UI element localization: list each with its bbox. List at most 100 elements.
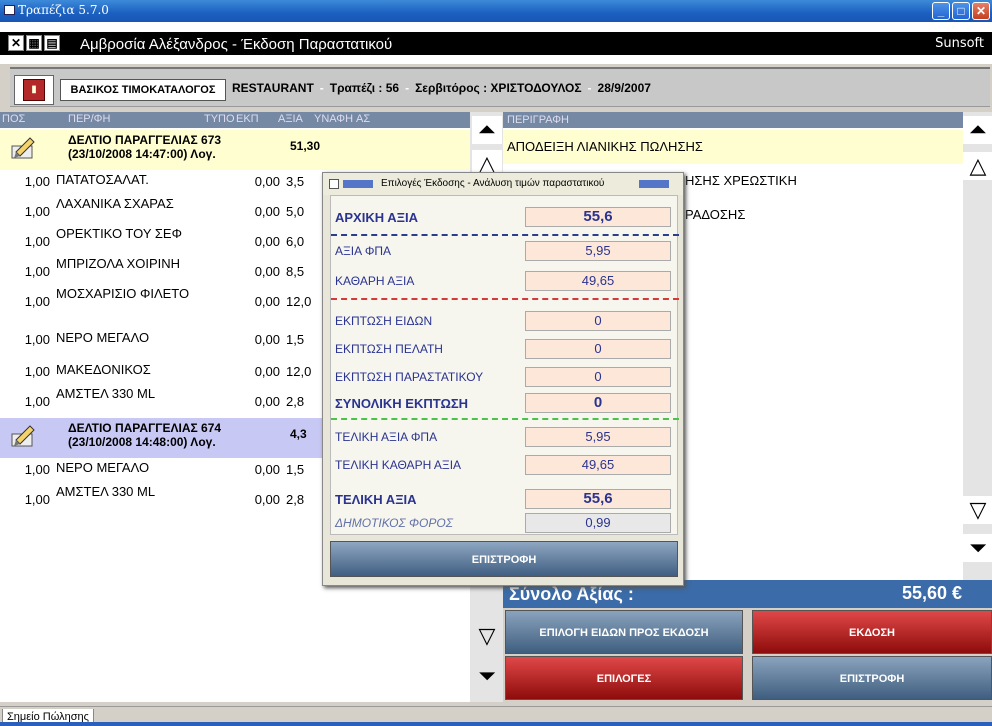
issue-options-dialog: Επιλογές Έκδοσης - Ανάλυση τιμών παραστα… <box>322 172 684 586</box>
scroll-bottom-icon[interactable]: ⏷ <box>473 662 501 690</box>
col-header: ΥΝΑΦΗ <box>314 113 354 125</box>
document-discount-field: ΕΚΠΤΩΣΗ ΠΑΡΑΣΤΑΤΙΚΟΥ 0 <box>331 364 679 390</box>
row-qty: 1,00 <box>24 462 50 477</box>
app-window: Τραπέζια 5.7.0 _ □ ✕ ✕ ▦ ▤ Αμβροσία Αλέξ… <box>0 0 992 726</box>
order-value: 4,3 <box>290 427 307 441</box>
row-value: 6,0 <box>286 234 305 249</box>
field-label: ΤΕΛΙΚΗ ΚΑΘΑΡΗ ΑΞΙΑ <box>335 458 462 472</box>
divider <box>331 234 679 236</box>
window-icon[interactable]: ▤ <box>44 35 60 51</box>
catalog-button[interactable]: ▮ <box>14 75 54 105</box>
row-qty: 1,00 <box>24 332 50 347</box>
row-desc: ΟΡΕΚΤΙΚΟ ΤΟΥ ΣΕΦ <box>56 226 182 241</box>
row-value: 1,5 <box>286 332 305 347</box>
options-button[interactable]: ΕΠΙΛΟΓΕΣ <box>505 656 743 700</box>
row-value: 5,0 <box>286 204 305 219</box>
row-discount: 0,00 <box>254 294 280 309</box>
order-subtitle: (23/10/2008 14:48:00) Λογ. <box>68 435 216 449</box>
brand-logo: Sunsoft <box>935 36 984 51</box>
row-desc: ΑΜΣΤΕΛ 330 ML <box>56 484 156 499</box>
field-label: ΤΕΛΙΚΗ ΑΞΙΑ ΦΠΑ <box>335 430 438 444</box>
col-header: ΤΥΠΟ <box>204 113 235 125</box>
title-decoration <box>343 180 373 188</box>
row-value: 3,5 <box>286 174 305 189</box>
row-discount: 0,00 <box>254 332 280 347</box>
row-desc: ΝΕΡΟ ΜΕΓΑΛΟ <box>56 330 150 345</box>
date: 28/9/2007 <box>597 81 651 95</box>
close-doc-icon[interactable]: ✕ <box>8 35 24 51</box>
divider <box>331 298 679 300</box>
initial-value-field: ΑΡΧΙΚΗ ΑΞΙΑ 55,6 <box>331 204 679 230</box>
field-value: 5,95 <box>525 427 671 447</box>
field-value: 49,65 <box>525 455 671 475</box>
scroll-top-icon[interactable]: ⏶ <box>963 116 992 144</box>
field-value: 55,6 <box>525 489 671 509</box>
row-value: 1,5 <box>286 462 305 477</box>
scroll-bottom-icon[interactable]: ⏷ <box>963 534 992 562</box>
app-icon <box>4 5 15 15</box>
field-value: 0 <box>525 311 671 331</box>
row-value: 2,8 <box>286 492 305 507</box>
customer-discount-field: ΕΚΠΤΩΣΗ ΠΕΛΑΤΗ 0 <box>331 336 679 362</box>
vat-field: ΑΞΙΑ ΦΠΑ 5,95 <box>331 238 679 264</box>
catalog-label[interactable]: ΒΑΣΙΚΟΣ ΤΙΜΟΚΑΤΑΛΟΓΟΣ <box>60 79 226 101</box>
dialog-back-button[interactable]: ΕΠΙΣΤΡΟΦΗ <box>330 541 678 577</box>
dialog-titlebar[interactable]: Επιλογές Έκδοσης - Ανάλυση τιμών παραστα… <box>323 173 683 195</box>
row-discount: 0,00 <box>254 264 280 279</box>
row-desc: ΜΟΣΧΑΡΙΣΙΟ ΦΙΛΕΤΟ <box>56 286 190 301</box>
dialog-checkbox[interactable] <box>329 179 339 189</box>
field-value: 0 <box>525 367 671 387</box>
row-qty: 1,00 <box>24 204 50 219</box>
title-decoration <box>639 180 669 188</box>
select-items-button[interactable]: ΕΠΙΛΟΓΗ ΕΙΔΩΝ ΠΡΟΣ ΕΚΔΟΣΗ <box>505 610 743 654</box>
col-header: ΑΣ <box>356 113 371 125</box>
row-desc: ΝΕΡΟ ΜΕΓΑΛΟ <box>56 460 150 475</box>
row-desc: ΜΑΚΕΔΟΝΙΚΟΣ <box>56 362 151 377</box>
scroll-down-icon[interactable]: ▽ <box>473 622 501 650</box>
field-label: ΚΑΘΑΡΗ ΑΞΙΑ <box>335 274 415 288</box>
close-button[interactable]: ✕ <box>972 2 990 20</box>
row-value: 12,0 <box>286 364 312 379</box>
final-net-field: ΤΕΛΙΚΗ ΚΑΘΑΡΗ ΑΞΙΑ 49,65 <box>331 452 679 478</box>
row-discount: 0,00 <box>254 204 280 219</box>
field-value: 0 <box>525 339 671 359</box>
minimize-button[interactable]: _ <box>932 2 950 20</box>
row-desc: ΛΑΧΑΝΙΚΑ ΣΧΑΡΑΣ <box>56 196 174 211</box>
divider <box>331 418 679 420</box>
order-header-row[interactable]: ΔΕΛΤΙΟ ΠΑΡΑΓΓΕΛΙΑΣ 673 (23/10/2008 14:47… <box>0 130 470 170</box>
maximize-button[interactable]: □ <box>952 2 970 20</box>
col-header: ΕΚΠ <box>236 113 259 125</box>
row-desc: ΜΠΡΙΖΟΛΑ ΧΟΙΡΙΝΗ <box>56 256 181 271</box>
right-scroll-column: ⏶ △ ▽ ⏷ <box>963 112 992 602</box>
pencil-note-icon <box>11 425 35 447</box>
info-bar: ▮ ΒΑΣΙΚΟΣ ΤΙΜΟΚΑΤΑΛΟΓΟΣ RESTAURANT - Τραπέ… <box>10 67 990 107</box>
issue-button[interactable]: ΕΚΔΟΣΗ <box>752 610 992 654</box>
row-qty: 1,00 <box>24 394 50 409</box>
scroll-top-icon[interactable]: ⏶ <box>472 116 502 144</box>
list-item[interactable]: ΑΠΟΔΕΙΞΗ ΛΙΑΝΙΚΗΣ ΠΩΛΗΣΗΣ <box>503 130 963 164</box>
calculator-icon[interactable]: ▦ <box>26 35 42 51</box>
final-value-field: ΤΕΛΙΚΗ ΑΞΙΑ 55,6 <box>331 486 679 512</box>
row-discount: 0,00 <box>254 492 280 507</box>
total-label: Σύνολο Αξίας : <box>509 584 634 604</box>
municipal-tax-field: ΔΗΜΟΤΙΚΟΣ ΦΟΡΟΣ 0,99 <box>331 510 679 536</box>
field-value: 5,95 <box>525 241 671 261</box>
field-value: 55,6 <box>525 207 671 227</box>
order-subtitle: (23/10/2008 14:47:00) Λογ. <box>68 147 216 161</box>
row-qty: 1,00 <box>24 234 50 249</box>
total-value: 55,60 € <box>901 583 962 603</box>
dialog-body: ΑΡΧΙΚΗ ΑΞΙΑ 55,6 ΑΞΙΑ ΦΠΑ 5,95 ΚΑΘΑΡΗ ΑΞ… <box>330 195 679 536</box>
window-titlebar[interactable]: Τραπέζια 5.7.0 _ □ ✕ <box>0 0 992 22</box>
row-value: 8,5 <box>286 264 305 279</box>
final-vat-field: ΤΕΛΙΚΗ ΑΞΙΑ ΦΠΑ 5,95 <box>331 424 679 450</box>
right-table-header: ΠΕΡΙΓΡΑΦΗ <box>503 112 963 128</box>
scroll-down-icon[interactable]: ▽ <box>963 496 992 524</box>
back-button[interactable]: ΕΠΙΣΤΡΟΦΗ <box>752 656 992 700</box>
taskbar-stripe <box>0 722 992 726</box>
venue: RESTAURANT <box>232 81 314 95</box>
field-label: ΕΚΠΤΩΣΗ ΕΙΔΩΝ <box>335 314 433 328</box>
field-label: ΣΥΝΟΛΙΚΗ ΕΚΠΤΩΣΗ <box>335 396 469 411</box>
scroll-up-icon[interactable]: △ <box>963 152 992 180</box>
order-title: ΔΕΛΤΙΟ ΠΑΡΑΓΓΕΛΙΑΣ 673 <box>68 133 222 147</box>
row-discount: 0,00 <box>254 234 280 249</box>
